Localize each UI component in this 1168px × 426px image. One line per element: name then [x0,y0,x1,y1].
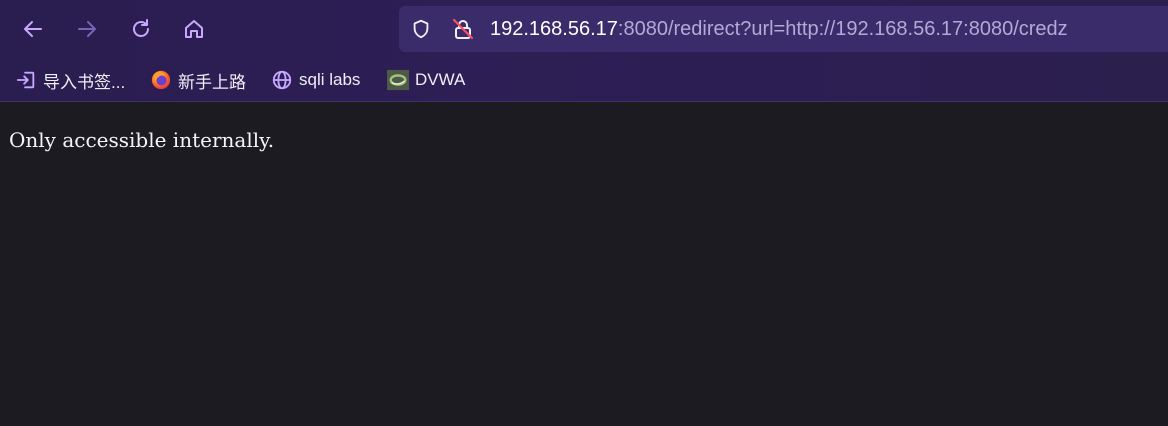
import-icon [15,69,37,91]
bookmark-label: 新手上路 [178,72,246,92]
page-message: Only accessible internally. [9,128,275,152]
navigation-toolbar: 192.168.56.17:8080/redirect?url=http://1… [0,0,1168,58]
firefox-icon [150,69,172,91]
reload-icon [129,17,153,41]
bookmark-import[interactable]: 导入书签... [15,66,125,94]
dvwa-logo-icon [387,69,409,91]
home-icon [182,17,206,41]
home-button[interactable] [176,11,212,47]
insecure-lock-icon[interactable] [451,17,475,41]
bookmark-getting-started[interactable]: 新手上路 [150,66,246,94]
bookmarks-toolbar: 导入书签... 新手上路 sqli labs DVWA [0,60,1168,100]
bookmark-label: sqli labs [299,70,361,89]
browser-chrome: 192.168.56.17:8080/redirect?url=http://1… [0,0,1168,102]
url-host: 192.168.56.17 [490,18,618,40]
globe-icon [271,69,293,91]
arrow-right-icon [75,17,99,41]
forward-button[interactable] [69,11,105,47]
bookmark-label: DVWA [415,70,466,89]
arrow-left-icon [21,17,45,41]
url-bar[interactable]: 192.168.56.17:8080/redirect?url=http://1… [399,6,1168,52]
bookmark-label: 导入书签... [43,72,126,92]
url-path: :8080/redirect?url=http://192.168.56.17:… [617,18,1068,40]
reload-button[interactable] [123,11,159,47]
bookmark-dvwa[interactable]: DVWA [387,66,465,94]
back-button[interactable] [15,11,51,47]
bookmark-sqli-labs[interactable]: sqli labs [271,66,360,94]
url-text[interactable]: 192.168.56.17:8080/redirect?url=http://1… [490,6,1068,52]
shield-icon[interactable] [409,17,433,41]
